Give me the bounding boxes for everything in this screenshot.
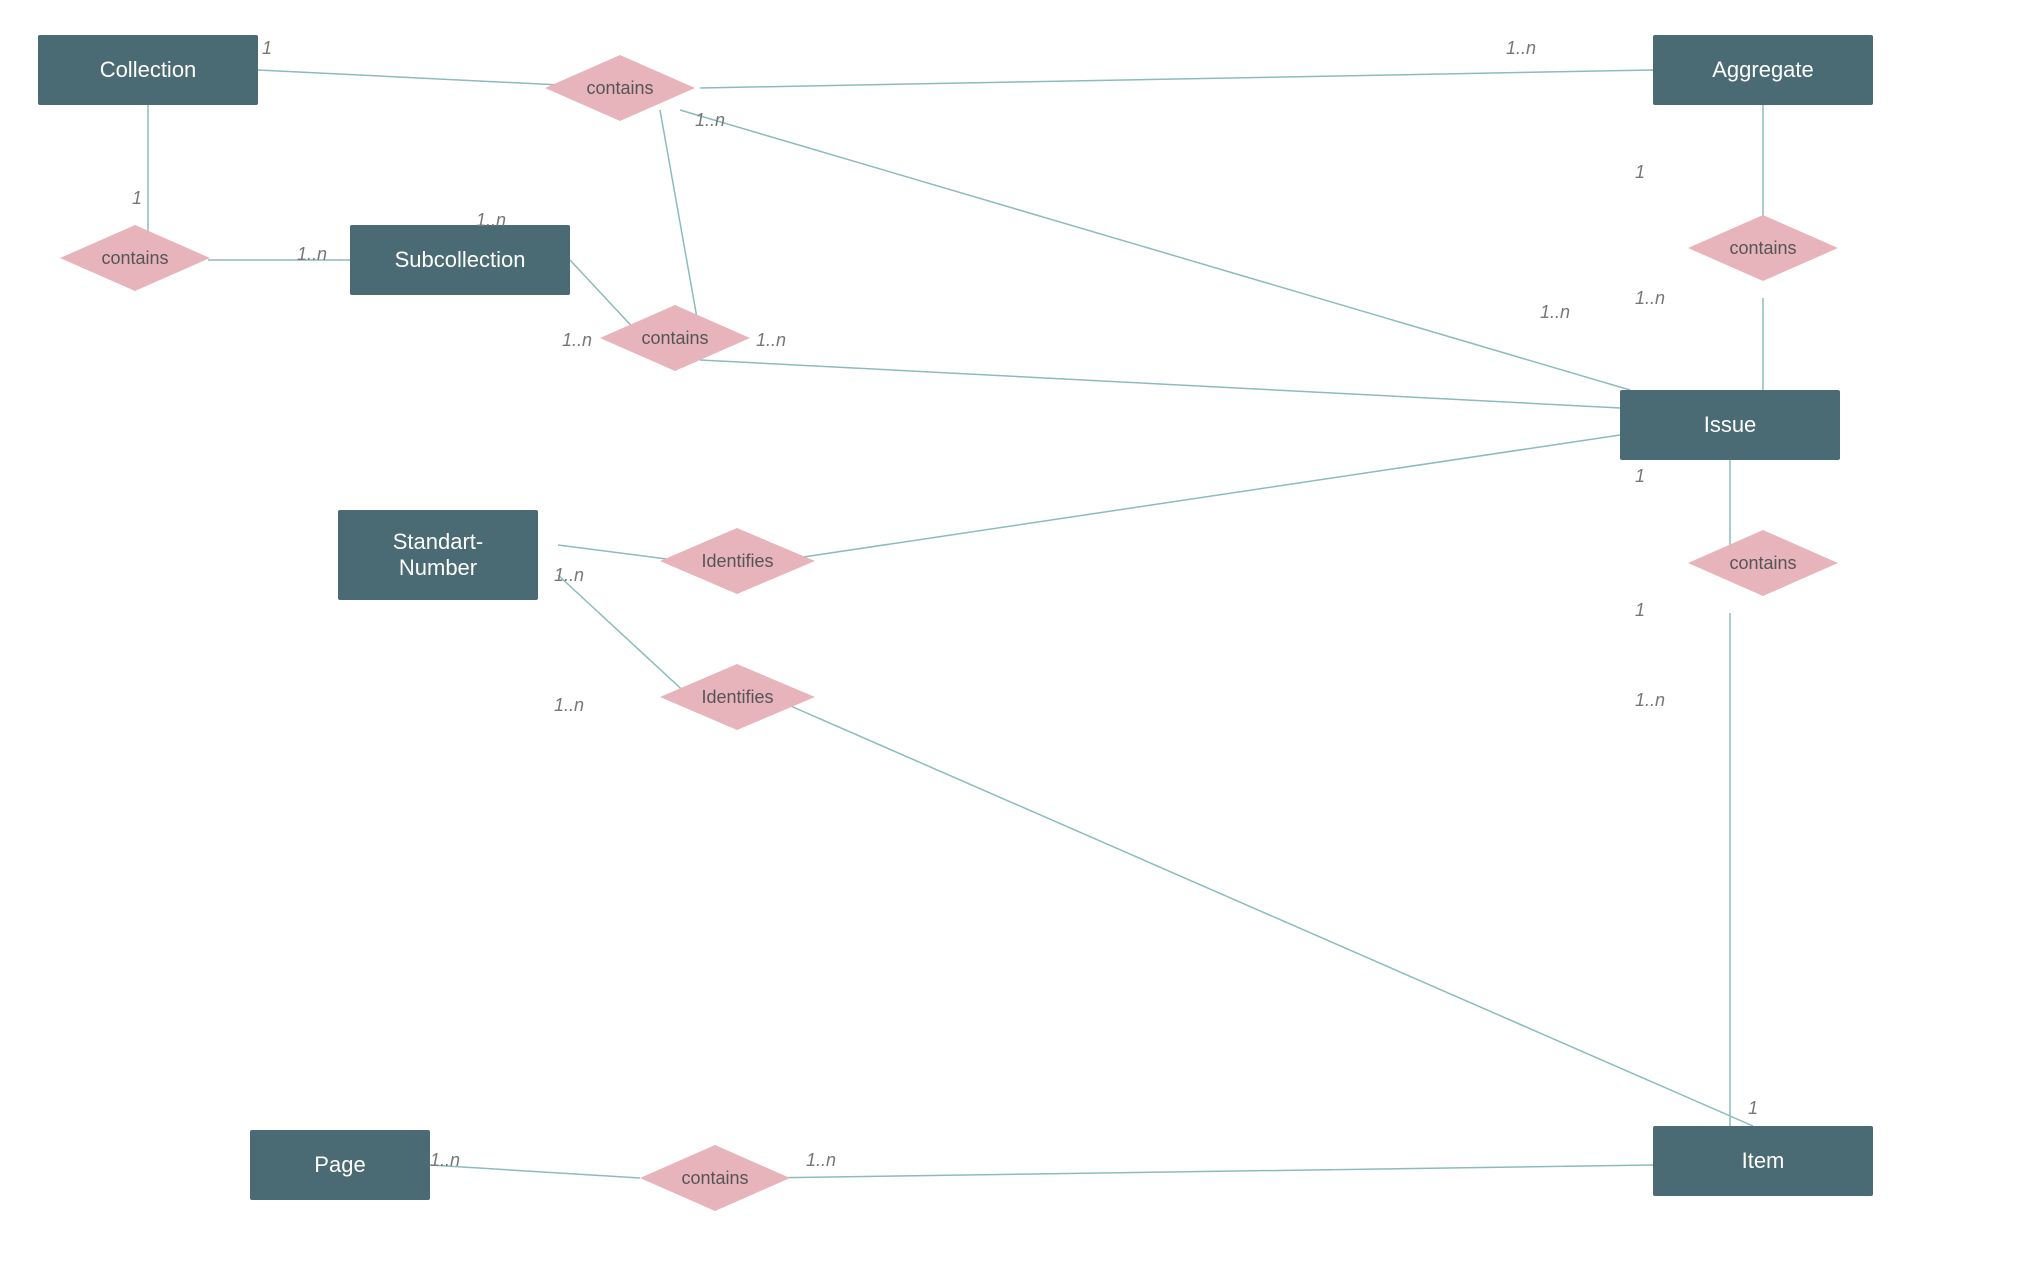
card-18: 1..n xyxy=(806,1150,836,1171)
entity-issue: Issue xyxy=(1620,390,1840,460)
card-11: 1 xyxy=(1635,466,1645,487)
diamond-identifies-top: Identifies xyxy=(660,528,815,594)
diamond-contains-page: contains xyxy=(640,1145,790,1211)
card-10: 1..n xyxy=(1635,288,1665,309)
entity-item: Item xyxy=(1653,1126,1873,1196)
diagram-container: Collection Aggregate Subcollection Issue… xyxy=(0,0,2034,1284)
card-8: 1..n xyxy=(695,110,725,131)
diamond-contains-top: contains xyxy=(545,55,695,121)
entity-collection: Collection xyxy=(38,35,258,105)
card-1: 1 xyxy=(262,38,272,59)
entity-aggregate: Aggregate xyxy=(1653,35,1873,105)
diamond-contains-issue: contains xyxy=(1688,530,1838,596)
connections-svg xyxy=(0,0,2034,1284)
diamond-contains-left: contains xyxy=(60,225,210,291)
entity-standart-number: Standart- Number xyxy=(338,510,538,600)
diamond-identifies-bot: Identifies xyxy=(660,664,815,730)
diamond-contains-mid: contains xyxy=(600,305,750,371)
card-3: 1 xyxy=(132,188,142,209)
diamond-contains-aggregate: contains xyxy=(1688,215,1838,281)
card-4: 1..n xyxy=(297,244,327,265)
card-12: 1 xyxy=(1635,600,1645,621)
card-2: 1..n xyxy=(1506,38,1536,59)
entity-page: Page xyxy=(250,1130,430,1200)
card-9: 1 xyxy=(1635,162,1645,183)
card-6: 1..n xyxy=(562,330,592,351)
card-13: 1..n xyxy=(1635,690,1665,711)
card-15: 1..n xyxy=(554,695,584,716)
card-19: 1..n xyxy=(1540,302,1570,323)
card-17: 1..n xyxy=(430,1150,460,1171)
card-14: 1..n xyxy=(554,565,584,586)
entity-subcollection: Subcollection xyxy=(350,225,570,295)
card-7: 1..n xyxy=(756,330,786,351)
card-5: 1..n xyxy=(476,210,506,231)
card-16: 1 xyxy=(1748,1098,1758,1119)
